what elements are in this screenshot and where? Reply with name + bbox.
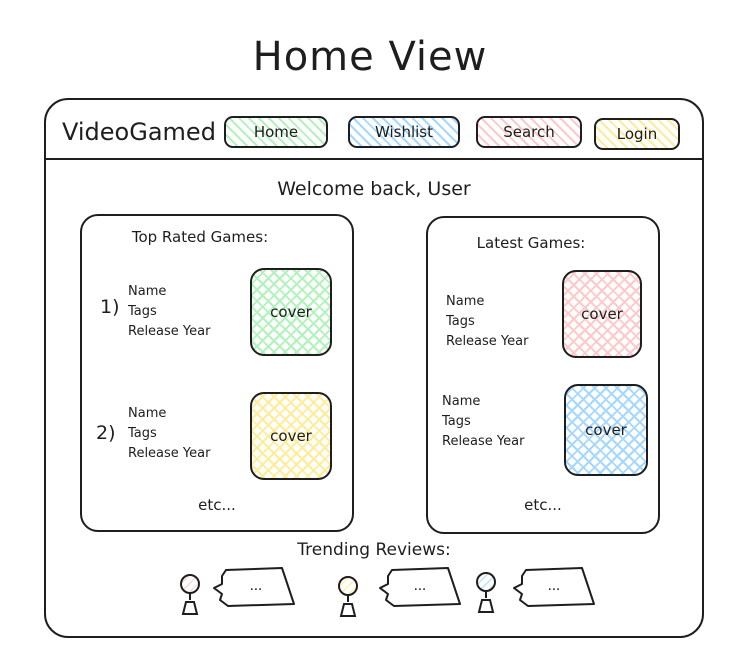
welcome-message: Welcome back, User	[277, 178, 471, 200]
latest-title: Latest Games:	[476, 234, 586, 252]
game-tags: Tags	[446, 314, 475, 329]
game-cover[interactable]: cover	[250, 268, 332, 356]
game-tags: Tags	[442, 414, 471, 429]
review-card[interactable]: ...	[476, 567, 595, 613]
trending-reviews-title: Trending Reviews:	[297, 540, 451, 560]
top-rated-more[interactable]: etc...	[80, 496, 354, 514]
user-avatar-icon	[180, 574, 200, 615]
nav-home-button[interactable]: Home	[224, 116, 328, 148]
game-release-year: Release Year	[442, 434, 525, 449]
game-name: Name	[128, 284, 167, 299]
trending-reviews-row: ... ... ...	[180, 567, 595, 617]
review-card[interactable]: ...	[180, 567, 295, 615]
nav-wishlist-button[interactable]: Wishlist	[348, 116, 460, 148]
game-name: Name	[446, 294, 485, 309]
nav-login-button[interactable]: Login	[594, 118, 680, 150]
user-avatar-icon	[476, 572, 496, 613]
game-tags: Tags	[128, 304, 157, 319]
user-avatar-icon	[338, 576, 358, 617]
game-cover[interactable]: cover	[562, 270, 642, 358]
game-info: Name Tags Release Year	[446, 292, 528, 352]
game-name: Name	[442, 394, 481, 409]
top-rated-panel	[80, 214, 354, 532]
review-snippet: ...	[414, 579, 426, 594]
game-release-year: Release Year	[128, 446, 211, 461]
game-info: Name Tags Release Year	[442, 392, 524, 452]
rank-label: 1)	[100, 296, 120, 318]
game-info: Name Tags Release Year	[128, 282, 210, 342]
brand-logo: VideoGamed	[62, 118, 216, 146]
review-snippet: ...	[548, 579, 560, 594]
latest-panel	[426, 216, 660, 534]
nav-search-button[interactable]: Search	[476, 116, 582, 148]
game-release-year: Release Year	[446, 334, 529, 349]
game-cover[interactable]: cover	[250, 392, 332, 480]
rank-label: 2)	[96, 422, 116, 444]
review-snippet: ...	[250, 579, 262, 594]
review-card[interactable]: ...	[338, 567, 461, 617]
top-rated-title: Top Rated Games:	[131, 228, 269, 246]
game-info: Name Tags Release Year	[128, 404, 210, 464]
game-cover[interactable]: cover	[564, 384, 648, 476]
game-release-year: Release Year	[128, 324, 211, 339]
game-tags: Tags	[128, 426, 157, 441]
game-name: Name	[128, 406, 167, 421]
latest-more[interactable]: etc...	[426, 496, 660, 514]
page-title: Home View	[252, 34, 488, 80]
navbar-divider	[44, 158, 704, 160]
